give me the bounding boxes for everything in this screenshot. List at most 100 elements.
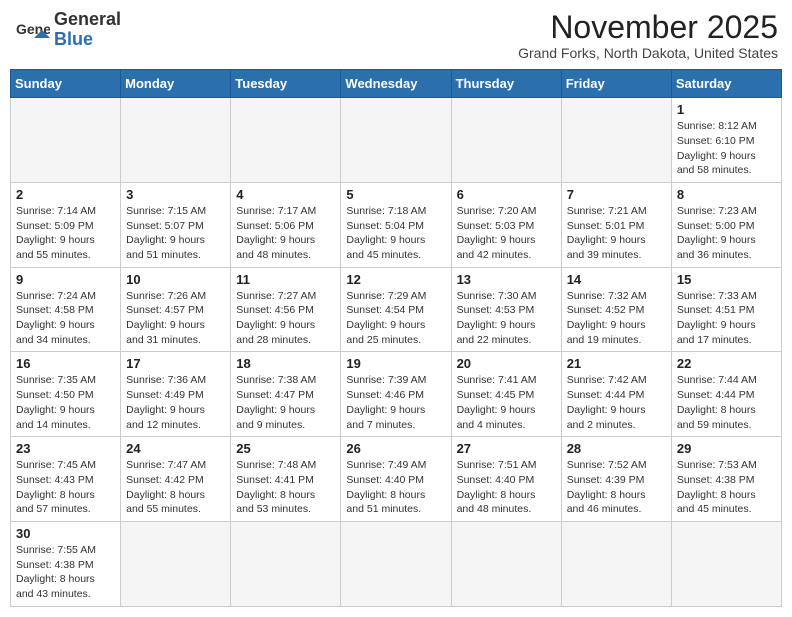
day-number: 11 [236, 272, 335, 287]
day-info: Sunrise: 7:18 AM Sunset: 5:04 PM Dayligh… [346, 204, 445, 263]
day-info: Sunrise: 7:20 AM Sunset: 5:03 PM Dayligh… [457, 204, 556, 263]
day-number: 18 [236, 356, 335, 371]
calendar-cell [451, 521, 561, 606]
week-row-6: 30 Sunrise: 7:55 AM Sunset: 4:38 PM Dayli… [11, 521, 782, 606]
day-info: Sunrise: 7:53 AM Sunset: 4:38 PM Dayligh… [677, 458, 776, 517]
day-info: Sunrise: 7:51 AM Sunset: 4:40 PM Dayligh… [457, 458, 556, 517]
day-info: Sunrise: 7:17 AM Sunset: 5:06 PM Dayligh… [236, 204, 335, 263]
day-info: Sunrise: 7:15 AM Sunset: 5:07 PM Dayligh… [126, 204, 225, 263]
day-info: Sunrise: 7:23 AM Sunset: 5:00 PM Dayligh… [677, 204, 776, 263]
calendar-cell [231, 98, 341, 183]
weekday-header-saturday: Saturday [671, 70, 781, 98]
weekday-header-row: SundayMondayTuesdayWednesdayThursdayFrid… [11, 70, 782, 98]
day-number: 26 [346, 441, 445, 456]
day-info: Sunrise: 7:29 AM Sunset: 4:54 PM Dayligh… [346, 289, 445, 348]
calendar-cell: 6Sunrise: 7:20 AM Sunset: 5:03 PM Daylig… [451, 182, 561, 267]
calendar-table: SundayMondayTuesdayWednesdayThursdayFrid… [10, 69, 782, 607]
calendar-cell: 12 Sunrise: 7:29 AM Sunset: 4:54 PM Dayli… [341, 267, 451, 352]
calendar-cell: 25 Sunrise: 7:48 AM Sunset: 4:41 PM Dayli… [231, 437, 341, 522]
day-info: Sunrise: 7:47 AM Sunset: 4:42 PM Dayligh… [126, 458, 225, 517]
day-info: Sunrise: 7:55 AM Sunset: 4:38 PM Dayligh… [16, 543, 115, 602]
calendar-cell: 4 Sunrise: 7:17 AM Sunset: 5:06 PM Daylig… [231, 182, 341, 267]
calendar-cell: 3Sunrise: 7:15 AM Sunset: 5:07 PM Daylig… [121, 182, 231, 267]
calendar-cell: 19 Sunrise: 7:39 AM Sunset: 4:46 PM Dayli… [341, 352, 451, 437]
calendar-cell: 22 Sunrise: 7:44 AM Sunset: 4:44 PM Dayli… [671, 352, 781, 437]
day-number: 10 [126, 272, 225, 287]
calendar-cell [121, 98, 231, 183]
day-info: Sunrise: 7:35 AM Sunset: 4:50 PM Dayligh… [16, 373, 115, 432]
day-info: Sunrise: 7:33 AM Sunset: 4:51 PM Dayligh… [677, 289, 776, 348]
day-info: Sunrise: 8:12 AM Sunset: 6:10 PM Dayligh… [677, 119, 776, 178]
week-row-4: 16 Sunrise: 7:35 AM Sunset: 4:50 PM Dayli… [11, 352, 782, 437]
day-number: 24 [126, 441, 225, 456]
calendar-cell: 15 Sunrise: 7:33 AM Sunset: 4:51 PM Dayli… [671, 267, 781, 352]
calendar-cell: 10 Sunrise: 7:26 AM Sunset: 4:57 PM Dayli… [121, 267, 231, 352]
day-info: Sunrise: 7:42 AM Sunset: 4:44 PM Dayligh… [567, 373, 666, 432]
day-info: Sunrise: 7:41 AM Sunset: 4:45 PM Dayligh… [457, 373, 556, 432]
calendar-cell: 23 Sunrise: 7:45 AM Sunset: 4:43 PM Dayli… [11, 437, 121, 522]
weekday-header-monday: Monday [121, 70, 231, 98]
day-info: Sunrise: 7:52 AM Sunset: 4:39 PM Dayligh… [567, 458, 666, 517]
calendar-cell: 26Sunrise: 7:49 AM Sunset: 4:40 PM Dayli… [341, 437, 451, 522]
day-number: 16 [16, 356, 115, 371]
day-number: 13 [457, 272, 556, 287]
week-row-2: 2 Sunrise: 7:14 AM Sunset: 5:09 PM Daylig… [11, 182, 782, 267]
calendar-cell: 1 Sunrise: 8:12 AM Sunset: 6:10 PM Daylig… [671, 98, 781, 183]
day-number: 23 [16, 441, 115, 456]
day-info: Sunrise: 7:44 AM Sunset: 4:44 PM Dayligh… [677, 373, 776, 432]
day-info: Sunrise: 7:39 AM Sunset: 4:46 PM Dayligh… [346, 373, 445, 432]
day-info: Sunrise: 7:14 AM Sunset: 5:09 PM Dayligh… [16, 204, 115, 263]
week-row-3: 9Sunrise: 7:24 AM Sunset: 4:58 PM Daylig… [11, 267, 782, 352]
calendar-cell: 16 Sunrise: 7:35 AM Sunset: 4:50 PM Dayli… [11, 352, 121, 437]
calendar-cell [121, 521, 231, 606]
day-number: 15 [677, 272, 776, 287]
calendar-cell [341, 521, 451, 606]
calendar-cell [561, 98, 671, 183]
day-number: 1 [677, 102, 776, 117]
weekday-header-wednesday: Wednesday [341, 70, 451, 98]
day-number: 12 [346, 272, 445, 287]
day-info: Sunrise: 7:30 AM Sunset: 4:53 PM Dayligh… [457, 289, 556, 348]
calendar-cell [341, 98, 451, 183]
calendar-cell: 18 Sunrise: 7:38 AM Sunset: 4:47 PM Dayli… [231, 352, 341, 437]
day-info: Sunrise: 7:26 AM Sunset: 4:57 PM Dayligh… [126, 289, 225, 348]
day-number: 22 [677, 356, 776, 371]
day-info: Sunrise: 7:21 AM Sunset: 5:01 PM Dayligh… [567, 204, 666, 263]
calendar-title: November 2025 [518, 10, 778, 45]
day-number: 8 [677, 187, 776, 202]
weekday-header-sunday: Sunday [11, 70, 121, 98]
day-number: 17 [126, 356, 225, 371]
calendar-cell [561, 521, 671, 606]
calendar-subtitle: Grand Forks, North Dakota, United States [518, 45, 778, 61]
logo: General GeneralBlue [14, 10, 121, 50]
day-number: 28 [567, 441, 666, 456]
day-number: 19 [346, 356, 445, 371]
calendar-cell: 2 Sunrise: 7:14 AM Sunset: 5:09 PM Daylig… [11, 182, 121, 267]
day-number: 29 [677, 441, 776, 456]
day-info: Sunrise: 7:27 AM Sunset: 4:56 PM Dayligh… [236, 289, 335, 348]
day-info: Sunrise: 7:38 AM Sunset: 4:47 PM Dayligh… [236, 373, 335, 432]
calendar-cell: 8 Sunrise: 7:23 AM Sunset: 5:00 PM Daylig… [671, 182, 781, 267]
day-info: Sunrise: 7:24 AM Sunset: 4:58 PM Dayligh… [16, 289, 115, 348]
calendar-cell: 7 Sunrise: 7:21 AM Sunset: 5:01 PM Daylig… [561, 182, 671, 267]
calendar-cell [231, 521, 341, 606]
day-number: 20 [457, 356, 556, 371]
calendar-cell: 29 Sunrise: 7:53 AM Sunset: 4:38 PM Dayli… [671, 437, 781, 522]
day-number: 25 [236, 441, 335, 456]
calendar-cell [451, 98, 561, 183]
weekday-header-thursday: Thursday [451, 70, 561, 98]
day-number: 4 [236, 187, 335, 202]
weekday-header-friday: Friday [561, 70, 671, 98]
calendar-cell: 30 Sunrise: 7:55 AM Sunset: 4:38 PM Dayli… [11, 521, 121, 606]
day-number: 7 [567, 187, 666, 202]
day-number: 2 [16, 187, 115, 202]
day-number: 30 [16, 526, 115, 541]
day-info: Sunrise: 7:32 AM Sunset: 4:52 PM Dayligh… [567, 289, 666, 348]
day-info: Sunrise: 7:36 AM Sunset: 4:49 PM Dayligh… [126, 373, 225, 432]
calendar-cell: 11 Sunrise: 7:27 AM Sunset: 4:56 PM Dayli… [231, 267, 341, 352]
calendar-cell: 24 Sunrise: 7:47 AM Sunset: 4:42 PM Dayli… [121, 437, 231, 522]
day-info: Sunrise: 7:45 AM Sunset: 4:43 PM Dayligh… [16, 458, 115, 517]
week-row-1: 1 Sunrise: 8:12 AM Sunset: 6:10 PM Daylig… [11, 98, 782, 183]
weekday-header-tuesday: Tuesday [231, 70, 341, 98]
day-info: Sunrise: 7:48 AM Sunset: 4:41 PM Dayligh… [236, 458, 335, 517]
